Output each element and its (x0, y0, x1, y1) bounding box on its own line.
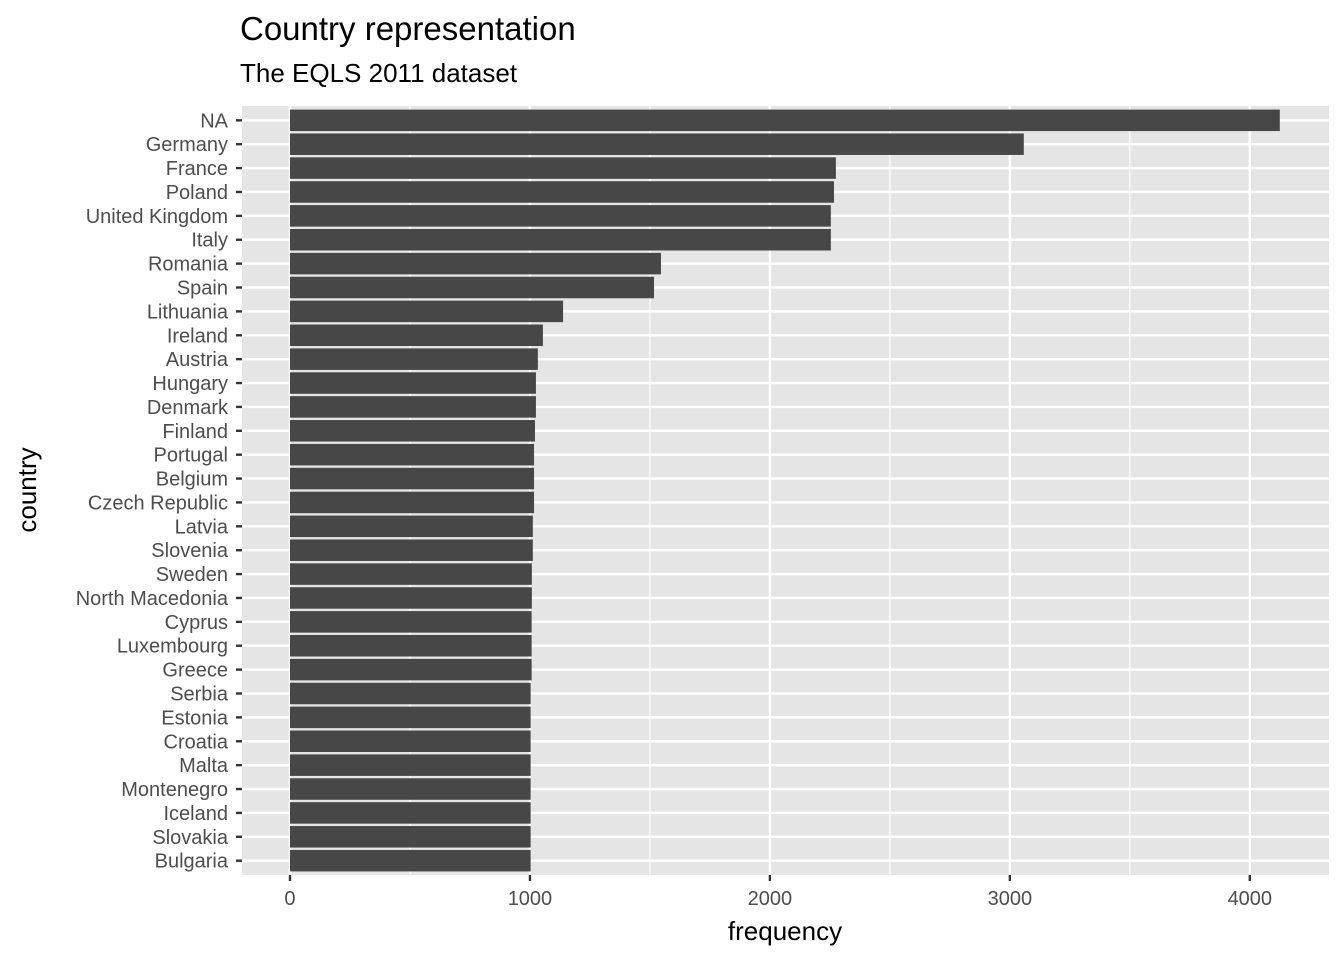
bar-iceland (289, 802, 531, 824)
x-tick-label: 4000 (1228, 888, 1273, 910)
x-axis-title: frequency (728, 916, 842, 946)
x-tick-label: 2000 (748, 888, 793, 910)
x-axis: 0 1000 2000 3000 4000 (284, 875, 1272, 910)
y-axis-title: country (12, 447, 42, 532)
y-tick-label: Estonia (161, 707, 229, 729)
bar-france (289, 157, 836, 179)
bar-austria (289, 348, 538, 370)
bar-united-kingdom (289, 205, 831, 227)
chart-title: Country representation (240, 10, 576, 47)
y-tick-label: Malta (179, 755, 229, 777)
bar-malta (289, 754, 531, 776)
bar-ireland (289, 324, 543, 347)
y-tick-label: Montenegro (121, 779, 228, 801)
bar-denmark (289, 396, 536, 418)
bar-north-macedonia (289, 587, 532, 609)
y-tick-label: Cyprus (165, 612, 228, 634)
y-tick-label: Poland (166, 182, 228, 204)
y-axis: NAGermanyFrancePolandUnited KingdomItaly… (76, 110, 242, 873)
chart-subtitle: The EQLS 2011 dataset (240, 58, 518, 88)
bar-czech-republic (289, 491, 535, 514)
y-tick-label: Bulgaria (155, 851, 229, 873)
bar-estonia (289, 706, 531, 729)
y-tick-label: Belgium (156, 469, 228, 491)
bar-portugal (289, 443, 535, 466)
y-tick-label: Serbia (170, 683, 229, 705)
bar-finland (289, 420, 535, 442)
y-tick-label: Slovenia (151, 540, 229, 562)
y-tick-label: Croatia (164, 731, 229, 753)
y-tick-label: North Macedonia (76, 588, 229, 610)
bar-spain (289, 276, 655, 299)
y-tick-label: Sweden (156, 564, 228, 586)
y-tick-label: Iceland (164, 803, 229, 825)
bar-slovenia (289, 539, 533, 561)
y-tick-label: NA (200, 110, 228, 132)
bar-serbia (289, 682, 531, 705)
bar-sweden (289, 563, 532, 585)
y-tick-label: Austria (166, 349, 229, 371)
bar-montenegro (289, 778, 531, 800)
y-tick-label: Italy (191, 230, 228, 252)
y-tick-label: Germany (146, 134, 228, 156)
bar-bulgaria (289, 849, 531, 872)
bar-chart: Country representation The EQLS 2011 dat… (12, 10, 1329, 946)
x-tick-label: 3000 (988, 888, 1033, 910)
y-tick-label: United Kingdom (86, 206, 228, 228)
bar-romania (289, 252, 661, 275)
y-tick-label: Lithuania (147, 301, 229, 323)
bar-luxembourg (289, 634, 532, 657)
bar-greece (289, 658, 532, 681)
bar-lithuania (289, 300, 564, 323)
bar-germany (289, 133, 1024, 155)
bar-latvia (289, 515, 533, 538)
bar-na (289, 109, 1280, 132)
y-tick-label: Finland (162, 421, 228, 443)
y-tick-label: Denmark (147, 397, 229, 419)
bar-belgium (289, 467, 535, 490)
x-tick-label: 1000 (508, 888, 553, 910)
bar-croatia (289, 730, 531, 753)
y-tick-label: Hungary (152, 373, 228, 395)
y-tick-label: Czech Republic (88, 492, 228, 514)
y-tick-label: Ireland (167, 325, 228, 347)
x-tick-label: 0 (284, 888, 295, 910)
y-tick-label: Portugal (154, 445, 229, 467)
y-tick-label: Slovakia (152, 827, 228, 849)
bar-hungary (289, 372, 536, 394)
bar-slovakia (289, 826, 531, 848)
bar-poland (289, 181, 834, 203)
y-tick-label: Romania (148, 254, 229, 276)
y-tick-label: France (166, 158, 228, 180)
y-tick-label: Spain (177, 278, 228, 300)
y-tick-label: Luxembourg (117, 636, 228, 658)
y-tick-label: Greece (162, 660, 228, 682)
bar-cyprus (289, 611, 532, 633)
bar-italy (289, 228, 831, 251)
y-tick-label: Latvia (175, 516, 229, 538)
